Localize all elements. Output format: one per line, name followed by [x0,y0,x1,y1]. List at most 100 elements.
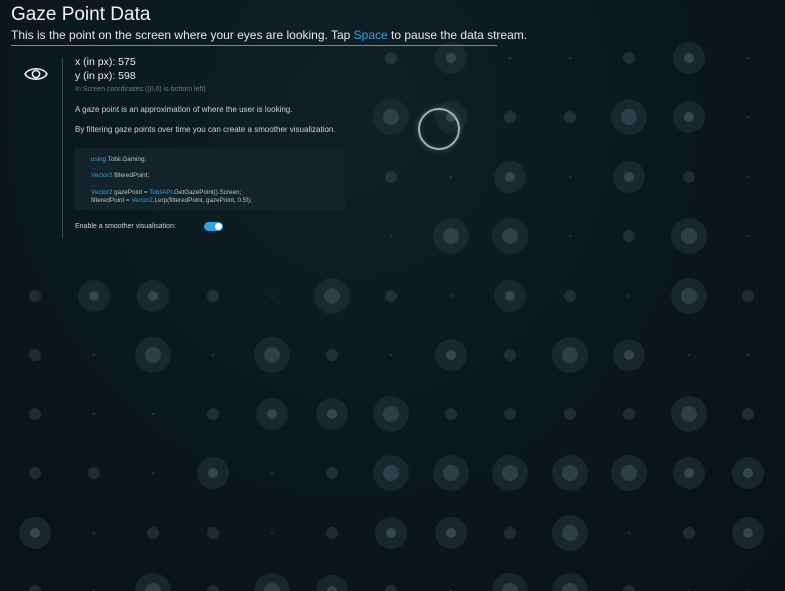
background-dot [562,347,578,363]
space-key-label: Space [353,28,388,42]
background-dot [562,465,578,481]
code-line-3: Vector2 filteredPoint; [91,172,150,180]
gaze-point-indicator [418,108,460,150]
subtitle-text-start: This is the point on the screen where yo… [11,28,354,42]
background-dot [562,525,578,541]
background-dot [568,175,572,179]
background-dot [746,353,750,357]
background-dot [684,112,694,122]
background-dot [386,528,396,538]
background-dot [746,56,750,60]
background-dot [564,408,576,420]
background-dot [445,408,457,420]
code-line-2: ... [91,164,97,172]
background-dot [147,527,159,539]
background-dot [385,52,397,64]
gaze-y-value: y (in px): 598 [75,70,136,82]
background-dot [270,294,274,298]
background-dot [89,291,99,301]
background-dot [211,353,215,357]
background-dot [92,531,96,535]
background-dot [383,406,399,422]
background-dot [207,408,219,420]
background-dot [151,412,155,416]
background-dot [627,531,631,535]
background-dot [504,111,516,123]
background-dot [742,408,754,420]
background-dot [446,350,456,360]
background-dot [29,290,41,302]
background-dot [743,528,753,538]
background-dot [92,412,96,416]
description-line-1: A gaze point is an approximation of wher… [75,105,293,114]
background-dot [684,53,694,63]
background-dot [267,409,277,419]
section-divider [62,58,63,238]
background-dot [29,585,41,591]
background-dot [684,468,694,478]
background-dot [449,175,453,179]
background-dot [383,109,399,125]
background-dot [683,527,695,539]
description-line-2: By filtering gaze points over time you c… [75,125,336,134]
background-dot [92,353,96,357]
smoothing-toggle-label: Enable a smoother visualisation: [75,223,176,230]
code-line-6: filteredPoint = Vector2.Lerp(filteredPoi… [91,196,252,204]
subtitle-text-end: to pause the data stream. [387,28,528,42]
background-dot [505,291,515,301]
background-dot [389,353,393,357]
background-dot [627,294,631,298]
background-dot [746,175,750,179]
background-dot [29,467,41,479]
background-dot [264,347,280,363]
background-dot [208,468,218,478]
background-dot [746,115,750,119]
background-dot [623,230,635,242]
background-dot [681,288,697,304]
background-dot [623,408,635,420]
background-dot [446,53,456,63]
background-dot [568,234,572,238]
code-snippet: using Tobii.Gaming; ... Vector2 filtered… [75,148,345,210]
background-dot [504,527,516,539]
background-dot [743,468,753,478]
background-dot [383,465,399,481]
background-dot [624,172,634,182]
smoothing-toggle[interactable] [204,222,223,231]
background-dot [502,228,518,244]
background-dot [443,465,459,481]
background-dot [389,234,393,238]
background-dot [681,406,697,422]
background-dot [385,290,397,302]
background-dot [564,111,576,123]
background-dot [207,585,219,591]
background-dot [449,294,453,298]
background-dot [326,349,338,361]
background-dot [151,471,155,475]
background-dot [746,234,750,238]
background-dot [270,471,274,475]
background-dot [326,527,338,539]
toggle-knob [215,223,222,230]
background-dot [687,353,691,357]
background-dot [29,408,41,420]
background-dot [564,290,576,302]
gaze-demo-screen: Gaze Point Data This is the point on the… [0,0,785,591]
code-line-5: Vector2 gazePoint = TobiiAPI.GetGazePoin… [91,188,242,196]
eye-icon [24,67,48,81]
background-dot [29,349,41,361]
background-dot [145,347,161,363]
background-dot [623,52,635,64]
background-dot [621,465,637,481]
background-dot [385,171,397,183]
background-dot [207,290,219,302]
background-dot [446,528,456,538]
background-dot [621,109,637,125]
background-dot [504,408,516,420]
background-dot [443,228,459,244]
background-dot [508,56,512,60]
background-dot [327,409,337,419]
background-dot [326,467,338,479]
coordinate-note: In Screen coordinates ((0,0) is bottom l… [75,86,206,93]
page-title: Gaze Point Data [11,4,151,25]
